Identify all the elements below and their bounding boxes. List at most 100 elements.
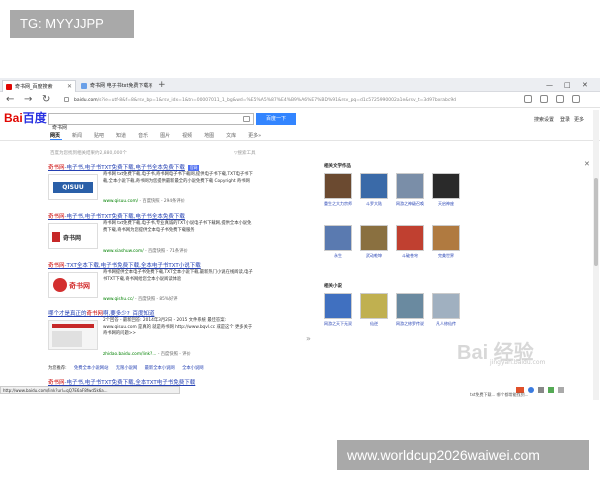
baidu-favicon-icon [6, 84, 12, 90]
result-title-4[interactable]: 哪个才是真正的奇书网啊,要多少?_百度知道 [48, 309, 154, 317]
maximize-button[interactable]: □ [564, 79, 571, 91]
result-count: 百度为您找到相关结果约2,880,000个 [50, 151, 127, 156]
search-button[interactable]: 百度一下 [256, 113, 296, 125]
related-link-4[interactable]: 全本小说网 [182, 366, 203, 371]
related-link-3[interactable]: 最新全本小说网 [145, 366, 175, 371]
address-input[interactable]: baidu.com/s?ie=utf-8&f=8&rsv_bp=1&rsv_id… [74, 96, 514, 105]
related-link-1[interactable]: 免费全本小说网站 [74, 366, 108, 371]
login-link[interactable]: 登录 [560, 116, 570, 123]
more-link[interactable]: 更多 [574, 116, 584, 123]
novel-cover-1[interactable] [324, 293, 352, 319]
tab-zhidao[interactable]: 知道 [116, 133, 126, 139]
scrollbar-thumb[interactable] [594, 178, 598, 266]
qishu-logo-text: 奇书网 [63, 235, 82, 242]
tab-video[interactable]: 视频 [182, 133, 192, 139]
novel-cover-4[interactable] [432, 293, 460, 319]
book-title-1[interactable]: 重生之大力宗师 [322, 201, 354, 207]
result-title-5[interactable]: 奇书网-电子书,电子书TXT免费下载,全本TXT电子书免费下载 [48, 378, 195, 386]
novel-title-2[interactable]: 仙逆 [358, 321, 390, 327]
tab-images[interactable]: 图片 [160, 133, 170, 139]
snapshot-link[interactable]: - 百度快照 - 评价 [158, 352, 191, 357]
minimize-button[interactable]: — [546, 79, 553, 91]
book-cover-2[interactable] [360, 173, 388, 199]
tray-misc-icon[interactable] [558, 387, 564, 393]
book-title-2[interactable]: 斗罗大陆 [358, 201, 390, 207]
related-works-heading: 相关文学作品 [324, 164, 351, 169]
book-cover-7[interactable] [396, 225, 424, 251]
vertical-scrollbar[interactable] [593, 110, 599, 400]
result-logo-1[interactable]: QISUU [48, 174, 98, 200]
result-snippet-4: 2个回答 - 最新回答: 2014年3月2日 - 2015 文件系统 最佳答案:… [103, 318, 253, 336]
back-button[interactable]: ← [6, 93, 14, 107]
hub-icon[interactable] [556, 95, 564, 103]
novel-cover-2[interactable] [360, 293, 388, 319]
tab-wenku[interactable]: 文库 [226, 133, 236, 139]
collapse-panel-icon[interactable]: » [306, 334, 311, 343]
book-title-6[interactable]: 武动乾坤 [358, 253, 390, 259]
result-title-1[interactable]: 奇书网-电子书,电子书TXT免费下载,电子书全本免费下载 官网 [48, 163, 200, 171]
camera-icon[interactable] [243, 116, 250, 122]
tab-news[interactable]: 新闻 [72, 133, 82, 139]
tab-more[interactable]: 更多» [248, 133, 261, 139]
tab-music[interactable]: 音乐 [138, 133, 148, 139]
tab-title: 奇书网_百度搜索 [15, 84, 53, 90]
result-title-3[interactable]: 奇书网-TXT全本下载,电子书免费下载,全本电子书TXT小说下载 [48, 261, 201, 269]
tab-close-icon[interactable]: ✕ [148, 80, 153, 92]
result-title-highlight: 奇书网 [48, 214, 65, 220]
result-url-1[interactable]: www.qisuu.com/ - 百度快照 - 294条评价 [103, 198, 185, 204]
baidu-logo[interactable]: Bai百度 [4, 111, 47, 125]
share-icon[interactable] [572, 95, 580, 103]
tab-map[interactable]: 地图 [204, 133, 214, 139]
book-cover-3[interactable] [396, 173, 424, 199]
result-screenshot-4[interactable] [48, 320, 98, 350]
book-title-3[interactable]: 网游之神级召唤 [394, 201, 426, 207]
forward-button[interactable]: → [24, 93, 32, 107]
result-logo-2[interactable]: 奇书网 [48, 223, 98, 249]
result-url-3[interactable]: www.qishu.cc/ - 百度快照 - 85%好评 [103, 296, 178, 302]
settings-link[interactable]: 搜索设置 [534, 116, 554, 123]
tab-baidu-search[interactable]: 奇书网_百度搜索 ✕ [2, 80, 76, 92]
novel-cover-3[interactable] [396, 293, 424, 319]
result-url-text: www.qisuu.com/ [103, 199, 139, 204]
tab-tieba[interactable]: 贴吧 [94, 133, 104, 139]
book-title-8[interactable]: 完美世界 [430, 253, 462, 259]
tab-bar: 奇书网_百度搜索 ✕ 奇书网 电子书txt免费下载 | ✕ + — □ ✕ [0, 78, 600, 92]
reading-view-icon[interactable] [524, 95, 532, 103]
result-title-2[interactable]: 奇书网-电子书,电子书TXT免费下载,电子书全本免费下载 [48, 212, 185, 220]
reload-button[interactable]: ↻ [42, 93, 50, 107]
favorites-icon[interactable] [540, 95, 548, 103]
book-cover-4[interactable] [432, 173, 460, 199]
result-title-text: -电子书,电子书TXT免费下载,电子书全本免费下载 [64, 214, 185, 220]
book-title-4[interactable]: 天启神座 [430, 201, 462, 207]
novel-title-1[interactable]: 网游之天下无双 [322, 321, 354, 327]
close-window-button[interactable]: ✕ [582, 79, 588, 91]
search-input[interactable] [49, 122, 229, 133]
snapshot-link[interactable]: - 百度快照 - 294条评价 [140, 199, 185, 204]
book-cover-6[interactable] [360, 225, 388, 251]
snapshot-link[interactable]: - 百度快照 - 71条评价 [145, 249, 188, 254]
book-cover-1[interactable] [324, 173, 352, 199]
result-title-tail: 啊,要多少?_百度知道 [103, 311, 155, 317]
book-cover-8[interactable] [432, 225, 460, 251]
novel-title-3[interactable]: 网游之修罗传说 [394, 321, 426, 327]
book-title-5[interactable]: 永生 [322, 253, 354, 259]
result-url-4[interactable]: zhidao.baidu.com/link?... - 百度快照 - 评价 [103, 351, 191, 357]
tray-battery-icon[interactable] [548, 387, 554, 393]
tray-volume-icon[interactable] [538, 387, 544, 393]
panel-close-icon[interactable]: ✕ [584, 160, 590, 168]
tab-qishu[interactable]: 奇书网 电子书txt免费下载 | ✕ [78, 80, 156, 92]
search-tools-button[interactable]: ▽搜索工具 [234, 150, 255, 156]
search-box [48, 113, 254, 133]
related-link-2[interactable]: 无限小说网 [116, 366, 137, 371]
result-logo-3[interactable]: 奇书网 [48, 272, 98, 298]
result-snippet-1: 奇书网 txt免费下载,电子书,奇书网电子书下载网,提供电子书下载,TXT电子书… [103, 172, 253, 184]
tab-close-icon[interactable]: ✕ [67, 81, 72, 92]
tray-network-icon[interactable] [528, 387, 534, 393]
novel-title-4[interactable]: 凡人修仙传 [430, 321, 462, 327]
result-url-text: www.xiashuw.com/ [103, 249, 144, 254]
snapshot-link[interactable]: - 百度快照 - 85%好评 [135, 297, 178, 302]
new-tab-button[interactable]: + [158, 79, 166, 91]
book-title-7[interactable]: 斗破苍穹 [394, 253, 426, 259]
book-cover-5[interactable] [324, 225, 352, 251]
result-url-2[interactable]: www.xiashuw.com/ - 百度快照 - 71条评价 [103, 248, 188, 254]
